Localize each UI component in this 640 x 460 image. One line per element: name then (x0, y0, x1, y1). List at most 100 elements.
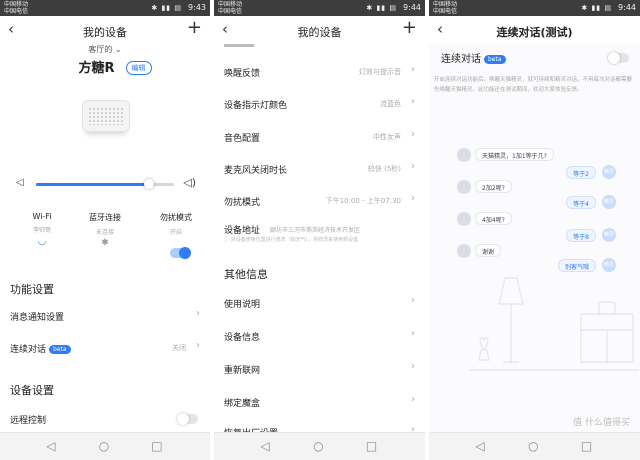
status-time: 9:44 (618, 3, 636, 12)
quick-label: 蓝牙连接 (89, 213, 121, 222)
chat-question: 谢谢 (475, 244, 502, 257)
quick-label: Wi-Fi (32, 212, 52, 221)
system-nav-bar: ◁ ○ □ (214, 432, 425, 460)
page-title: 连续对话(测试) (496, 26, 573, 39)
bot-avatar: 精灵 (602, 165, 616, 179)
row-value: 关闭 (172, 344, 186, 352)
row-label: 唤醒反馈 (224, 69, 261, 79)
screen-my-device-2: 中国移动 中国电信 ✱ ▮▮ ▤ 9:44 ‹ 我的设备 + 唤醒反馈 灯效与提示… (214, 0, 425, 460)
beta-badge: beta (484, 55, 506, 64)
feature-description: 开启连续对话功能后，唤醒天猫精灵，就可持续和精灵对话，不用每次对话都需要先唤醒天… (434, 77, 633, 93)
room-selector[interactable]: 客厅的 ⌄ (0, 44, 210, 55)
user-avatar (457, 212, 471, 226)
row-user-guide[interactable]: 使用说明 › (224, 292, 417, 314)
row-label: 连续对话 (10, 345, 47, 355)
row-label: 绑定魔盒 (224, 399, 261, 409)
row-device-address[interactable]: 设备地址 廊坊市三河市燕郊经济技术开发区 ⓘ 对设备使用位置进行修改（如天气），… (224, 219, 417, 249)
volume-high-icon[interactable]: ◁) (183, 176, 196, 189)
watermark: 值 什么值得买 (573, 418, 630, 428)
volume-thumb[interactable] (144, 179, 155, 189)
status-bar: 中国移动 中国电信 ✱ ▮▮ ▤ 9:43 (0, 0, 210, 16)
row-value: 下午10:00 - 上午07:30 (325, 197, 401, 205)
nav-recents-icon[interactable]: □ (366, 439, 377, 453)
row-indicator-color[interactable]: 设备指示灯颜色 流蓝色 › (224, 93, 417, 115)
toggle-knob (608, 52, 620, 64)
row-label: 连续对话 (441, 54, 481, 65)
section-title: 其他信息 (224, 268, 268, 281)
nav-recents-icon[interactable]: □ (581, 439, 592, 453)
chevron-right-icon: › (411, 361, 415, 372)
chat-question: 天猫精灵，1加1等于几? (475, 148, 554, 161)
nav-back-icon[interactable]: ◁ (46, 439, 55, 453)
carrier-label: 中国移动 (433, 1, 458, 8)
user-avatar (457, 180, 471, 194)
row-do-not-disturb[interactable]: 勿扰模式 下午10:00 - 上午07:30 › (224, 190, 417, 212)
carrier-label: 中国移动 (4, 1, 29, 8)
chat-question: 4加4呢? (475, 212, 512, 225)
chevron-right-icon: › (411, 96, 415, 107)
volume-slider[interactable] (36, 179, 174, 189)
system-nav-bar: ◁ ○ □ (429, 432, 640, 460)
row-label: 麦克风关闭时长 (224, 166, 288, 176)
status-time: 9:44 (403, 3, 421, 12)
row-continuous-dialog[interactable]: 连续对话 beta 关闭 › (10, 337, 202, 359)
quick-value: 未连接 (95, 229, 114, 236)
chevron-right-icon: › (196, 308, 200, 319)
carrier-label: 中国电信 (218, 8, 243, 15)
quick-wifi[interactable]: Wi-Fi 李帅哥 ◡ (14, 212, 70, 247)
floor-lamp-icon (498, 277, 524, 305)
add-icon[interactable]: + (402, 17, 417, 38)
volume-low-icon[interactable]: ◁ (16, 177, 24, 188)
chat-answer: 等于2 (566, 166, 596, 179)
room-illustration (469, 277, 639, 371)
nav-back-icon[interactable]: ◁ (260, 439, 269, 453)
edit-button[interactable]: 编辑 (125, 61, 152, 75)
row-label: 勿扰模式 (224, 198, 261, 208)
navbar: ‹ 我的设备 + (0, 16, 210, 44)
row-value: 灯效与提示音 (359, 68, 401, 76)
quick-dnd[interactable]: 勿扰模式 开启 (146, 212, 206, 236)
row-bind-magic-box[interactable]: 绑定魔盒 › (224, 391, 417, 413)
address-note: ⓘ 对设备使用位置进行修改（如天气），将修改来使用新设置 (224, 237, 359, 243)
user-avatar (457, 244, 471, 258)
remote-control-toggle[interactable] (177, 413, 198, 425)
scroll-partial-row (224, 44, 254, 47)
nav-recents-icon[interactable]: □ (151, 439, 162, 453)
section-title: 设备设置 (10, 384, 54, 397)
nav-back-icon[interactable]: ◁ (475, 439, 484, 453)
row-mic-close-duration[interactable]: 麦克风关闭时长 较快 (5秒) › (224, 158, 417, 180)
carrier-label: 中国电信 (433, 8, 458, 15)
row-voice-config[interactable]: 音色配置 中性女声 › (224, 126, 417, 148)
chevron-right-icon: › (411, 328, 415, 339)
plant-icon (478, 349, 490, 361)
section-title: 功能设置 (10, 283, 54, 296)
row-label: 音色配置 (224, 134, 261, 144)
row-label: 消息通知设置 (10, 313, 65, 323)
add-icon[interactable]: + (187, 17, 202, 38)
row-remote-control[interactable]: 远程控制 (10, 408, 202, 430)
chevron-right-icon: › (411, 161, 415, 172)
quick-label: 勿扰模式 (160, 213, 192, 222)
nav-home-icon[interactable]: ○ (313, 439, 323, 453)
status-icons: ✱ ▮▮ ▤ (581, 4, 612, 12)
row-notify-settings[interactable]: 消息通知设置 › (10, 305, 202, 327)
row-wake-feedback[interactable]: 唤醒反馈 灯效与提示音 › (224, 61, 417, 83)
screen-continuous-dialog: 中国移动 中国电信 ✱ ▮▮ ▤ 9:44 ‹ 连续对话(测试) 连续对话 beta… (429, 0, 640, 460)
toggle-knob (177, 413, 189, 425)
row-value: 廊坊市三河市燕郊经济技术开发区 (270, 227, 361, 234)
volume-fill (36, 183, 150, 186)
beta-badge: beta (49, 345, 71, 354)
quick-bluetooth[interactable]: 蓝牙连接 未连接 ✱ (77, 212, 133, 248)
nav-home-icon[interactable]: ○ (99, 439, 109, 453)
row-device-info[interactable]: 设备信息 › (224, 325, 417, 347)
row-value: 流蓝色 (380, 100, 401, 108)
status-time: 9:43 (188, 3, 206, 12)
system-nav-bar: ◁ ○ □ (0, 432, 210, 460)
chevron-right-icon: › (411, 394, 415, 405)
continuous-dialog-toggle[interactable] (608, 52, 629, 64)
nav-home-icon[interactable]: ○ (528, 439, 538, 453)
row-reconnect-network[interactable]: 重新联网 › (224, 358, 417, 380)
wifi-icon: ◡ (37, 236, 47, 247)
row-label: 远程控制 (10, 416, 47, 426)
dnd-toggle[interactable] (170, 247, 191, 259)
